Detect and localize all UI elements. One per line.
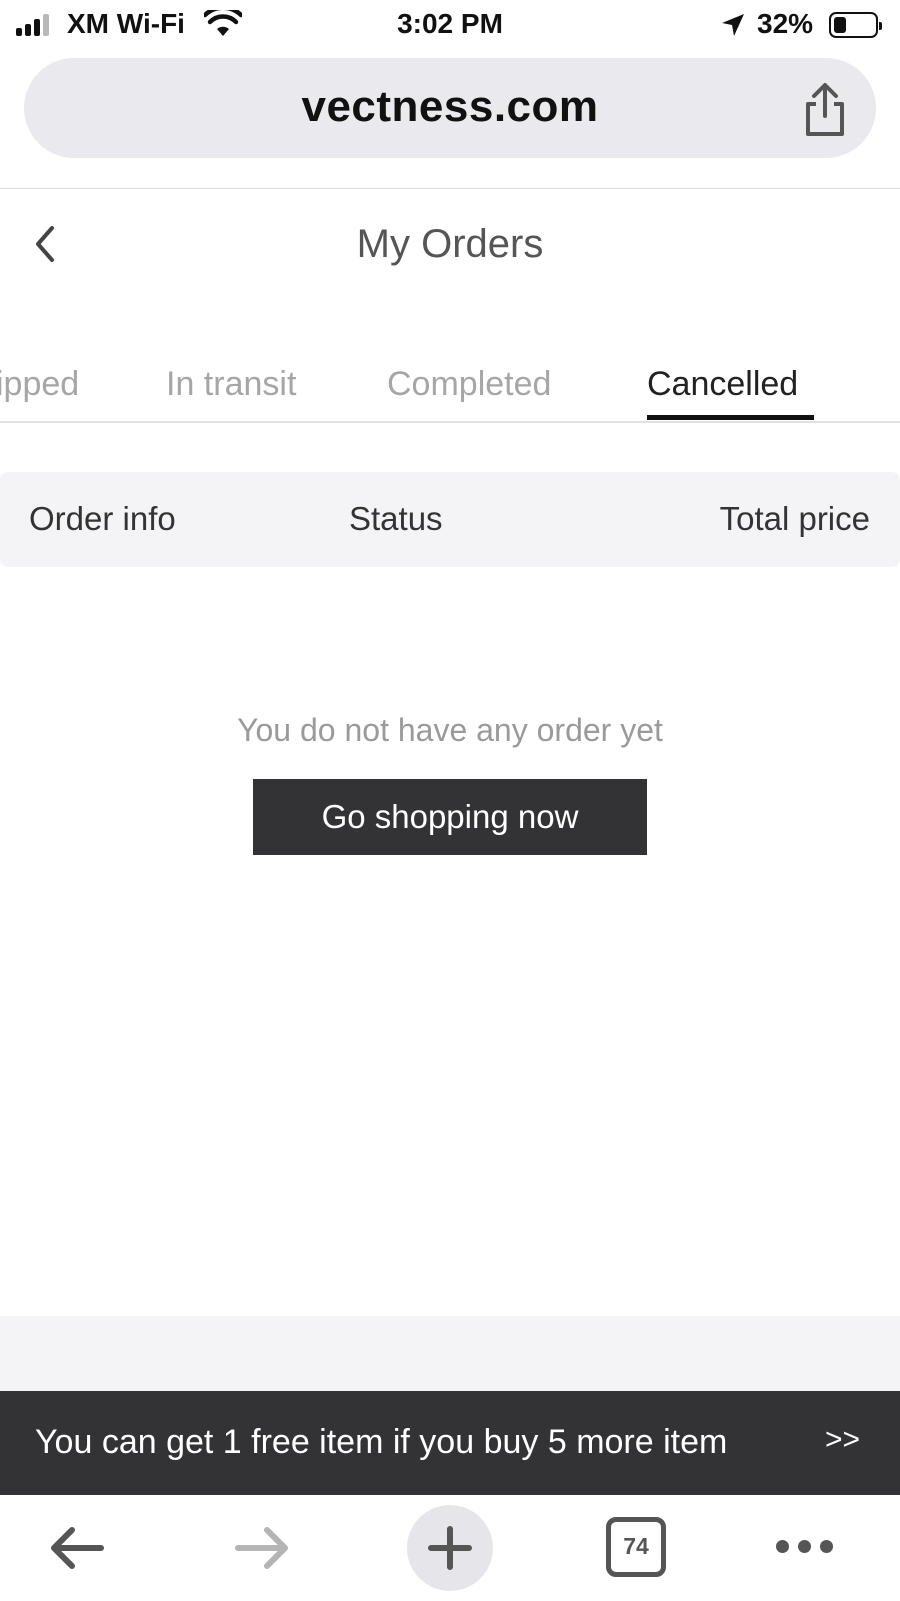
share-icon[interactable] [800,82,850,138]
browser-divider [0,188,900,189]
browser-back-icon[interactable] [46,1523,106,1573]
column-total-price: Total price [719,500,870,537]
browser-forward-icon[interactable] [233,1523,293,1573]
location-arrow-icon [722,14,744,36]
more-options-icon[interactable] [776,1540,833,1553]
tab-cancelled[interactable]: Cancelled [647,365,798,404]
address-bar[interactable]: vectness.com [24,58,876,158]
status-bar: XM Wi-Fi 3:02 PM 32% [0,0,900,50]
plus-icon [428,1526,472,1570]
tab-count: 74 [623,1533,649,1559]
battery-percent: 32% [757,8,814,39]
page-footer [0,1316,900,1391]
tab-in-transit[interactable]: In transit [166,365,296,404]
promo-text: You can get 1 free item if you buy 5 mor… [35,1423,728,1461]
active-tab-indicator [647,415,814,420]
battery-icon [829,12,882,38]
promo-arrow[interactable]: >> [825,1423,860,1457]
empty-state-message: You do not have any order yet [237,712,663,748]
go-shopping-button[interactable]: Go shopping now [253,779,647,855]
promo-banner[interactable]: You can get 1 free item if you buy 5 mor… [0,1391,900,1495]
column-order-info: Order info [29,500,176,537]
tab-shipped[interactable]: ipped [0,365,79,404]
tabs-divider [0,421,900,423]
page-title: My Orders [356,222,544,266]
tabs-switcher-button[interactable]: 74 [606,1517,666,1577]
new-tab-button[interactable] [407,1505,493,1591]
url-text: vectness.com [301,82,599,131]
tab-completed[interactable]: Completed [387,365,551,404]
orders-table-header: Order info Status Total price [0,472,900,567]
browser-toolbar: 74 [0,1495,900,1601]
column-status: Status [349,500,443,537]
